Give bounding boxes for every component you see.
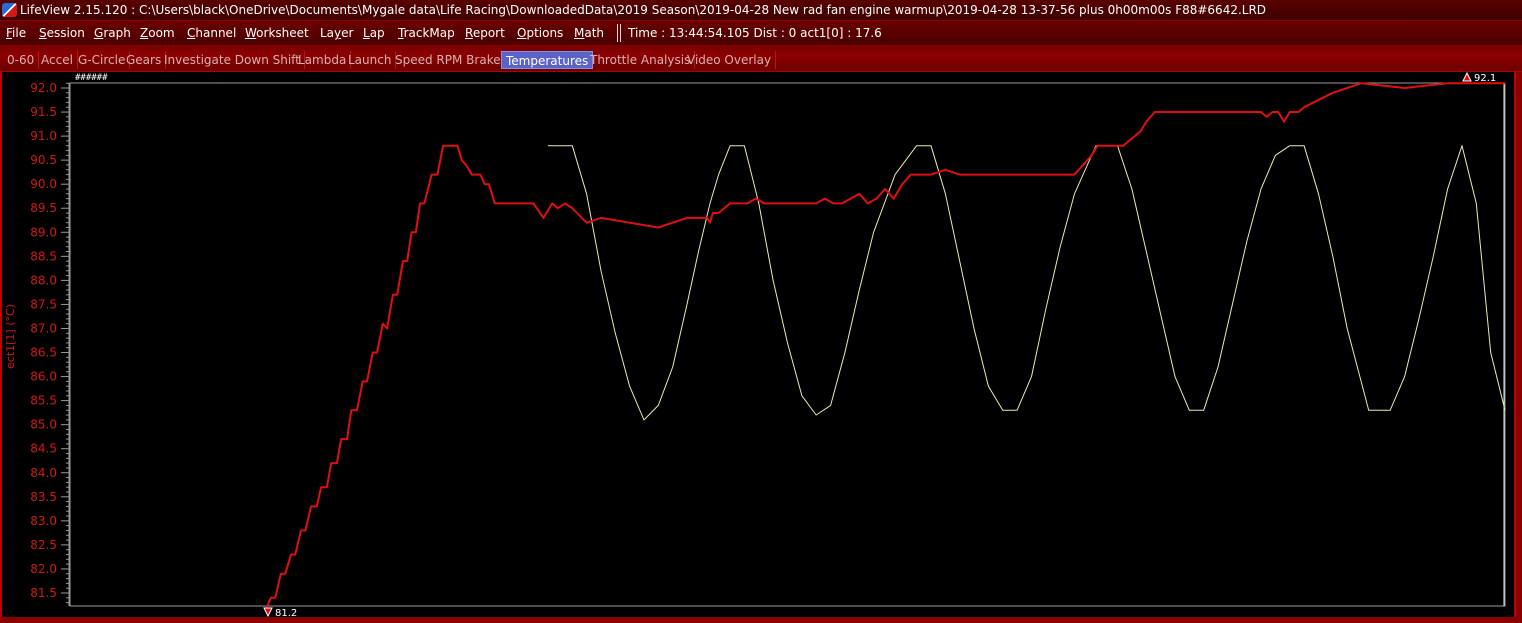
y-tick-label: 82.5 xyxy=(30,538,57,552)
y-tick-label: 89.5 xyxy=(30,201,57,215)
y-tick-label: 81.5 xyxy=(30,586,57,600)
y-tick-label: 83.5 xyxy=(30,490,57,504)
y-tick-label: 92.0 xyxy=(30,81,57,95)
series-channel2-line[interactable] xyxy=(547,145,1506,421)
y-tick-label: 82.0 xyxy=(30,562,57,576)
y-tick-label: 91.5 xyxy=(30,105,57,119)
temperature-chart[interactable]: 92.0 91.5 91.0 90.5 90.0 89.5 89.0 88.5 88.0 87.5… xyxy=(0,0,1522,623)
y-tick-label: 84.5 xyxy=(30,442,57,456)
y-axis: 92.0 91.5 91.0 90.5 90.0 89.5 89.0 88.5 88.0 87.5… xyxy=(30,81,70,606)
y-tick-label: 84.0 xyxy=(30,466,57,480)
marker-layer: 92.1 81.2 xyxy=(263,71,1496,619)
y-tick-label: 86.0 xyxy=(30,370,57,384)
min-triangle-icon xyxy=(263,607,273,618)
y-tick-label: 83.0 xyxy=(30,514,57,528)
y-tick-label: 89.0 xyxy=(30,225,57,239)
overflow-marker: ###### xyxy=(75,73,108,83)
y-tick-label: 87.5 xyxy=(30,297,57,311)
min-value-label: 81.2 xyxy=(275,608,297,619)
y-tick-label: 91.0 xyxy=(30,129,57,143)
max-triangle-icon xyxy=(1462,71,1472,82)
y-tick-label: 87.0 xyxy=(30,321,57,335)
y-tick-label: 88.5 xyxy=(30,249,57,263)
y-axis-label: ect1[1] (°C) xyxy=(3,304,17,369)
series-ect1-line[interactable] xyxy=(265,82,1505,608)
series-layer xyxy=(265,82,1506,608)
y-tick-label: 90.5 xyxy=(30,153,57,167)
min-marker: 81.2 xyxy=(263,607,297,619)
y-tick-label: 85.0 xyxy=(30,418,57,432)
y-tick-label: 90.0 xyxy=(30,177,57,191)
max-value-label: 92.1 xyxy=(1474,73,1496,84)
y-tick-label: 85.5 xyxy=(30,394,57,408)
y-tick-label: 86.5 xyxy=(30,346,57,360)
y-tick-label: 88.0 xyxy=(30,273,57,287)
